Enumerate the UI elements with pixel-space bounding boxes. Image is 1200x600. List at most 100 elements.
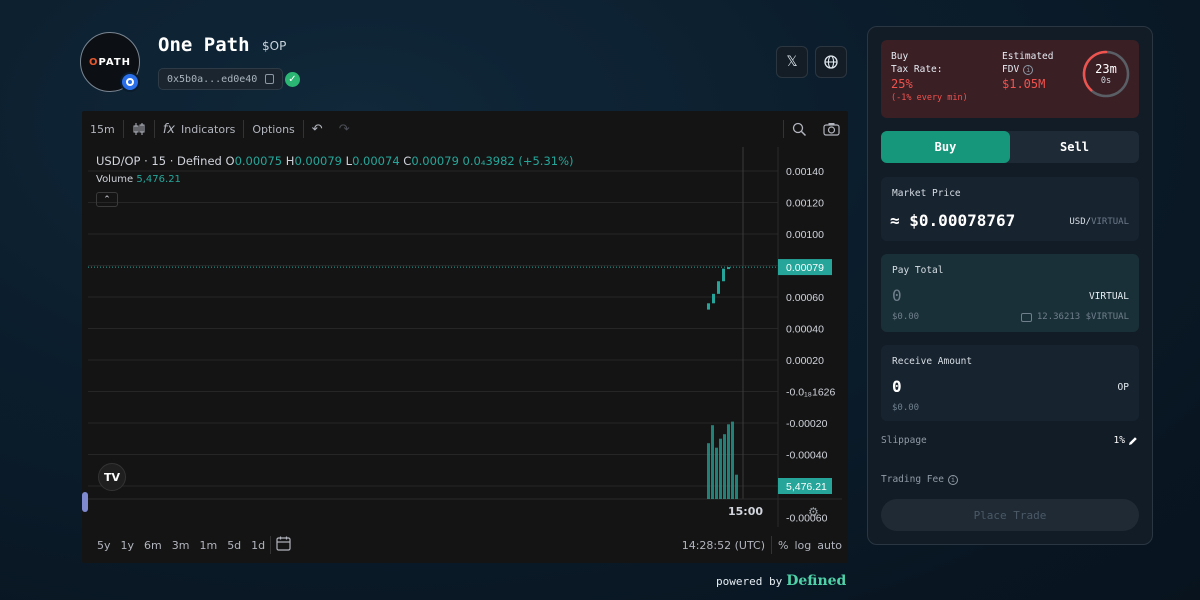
info-icon[interactable]: i [1023,64,1034,75]
range-6m[interactable]: 6m [139,539,167,552]
range-5y[interactable]: 5y [92,539,116,552]
utc-clock[interactable]: 14:28:52 (UTC) [682,539,765,552]
globe-icon [824,55,838,69]
market-price-value: $0.00078767 [909,211,1016,230]
price-tick-label: -0.0₁₈1626 [786,387,836,399]
price-tick-label: 0.00040 [786,324,824,336]
date-range-button[interactable] [271,536,297,554]
volume-value: 5,476.21 [136,174,181,185]
low-value: 0.00074 [352,154,400,168]
verified-icon: ✓ [285,72,300,87]
market-price: ≈ $0.00078767 [890,211,1015,230]
change-value: 0.0₄3982 (+5.31%) [462,154,574,168]
receive-amount-value: 0 [892,377,902,396]
axis-settings-icon[interactable]: ⚙ [808,505,819,519]
chart-toolbar: 15m fx Indicators Options ↶ ↷ [82,111,848,147]
last-price-badge: 0.00079 [786,262,824,274]
range-5d[interactable]: 5d [222,539,246,552]
indicators-button[interactable]: fx Indicators [155,122,244,137]
volume-badge: 5,476.21 [786,481,827,493]
price-tick-label: -0.00060 [786,513,828,525]
unit-usd: USD/ [1069,217,1092,227]
candle-type-button[interactable] [124,122,154,136]
tax-card: Buy Tax Rate: 25% (-1% every min) Estima… [881,40,1139,118]
tradingview-logo[interactable]: TV [98,463,126,491]
pay-unit[interactable]: VIRTUAL [1089,291,1129,302]
receive-amount-label: Receive Amount [892,356,973,367]
volume-bar [711,425,714,499]
token-symbol: $OP [262,39,287,53]
powered-by: powered by Defined [716,573,846,589]
x-icon: 𝕏 [786,54,798,70]
range-1m[interactable]: 1m [194,539,222,552]
pair-label: USD/OP · 15 · Defined [96,154,222,168]
balance-value: 12.36213 $VIRTUAL [1036,312,1129,322]
chart-resize-handle[interactable] [82,492,88,512]
range-3m[interactable]: 3m [167,539,195,552]
website-button[interactable] [815,46,847,78]
options-button[interactable]: Options [244,123,302,136]
buy-tax-note: (-1% every min) [891,93,968,103]
info-icon[interactable]: i [947,474,958,485]
wallet-balance[interactable]: 12.36213 $VIRTUAL [1020,312,1129,322]
zoom-search-button[interactable] [784,122,815,137]
buy-tab[interactable]: Buy [881,131,1010,163]
redo-icon[interactable]: ↷ [331,122,358,137]
unit-virtual: VIRTUAL [1091,217,1129,227]
fx-icon: fx [162,121,175,137]
pencil-icon[interactable] [1128,436,1138,446]
price-tick-label: 0.00060 [786,292,824,304]
market-price-card: Market Price ≈ $0.00078767 USD/VIRTUAL [881,177,1139,241]
buy-tax-label-2: Tax Rate: [891,64,943,75]
auto-scale-toggle[interactable]: auto [817,539,842,552]
price-tick-label: 0.00120 [786,198,824,210]
percent-scale-toggle[interactable]: % [778,539,788,552]
slippage-value: 1% [1113,435,1125,446]
range-1d[interactable]: 1d [246,539,270,552]
screenshot-button[interactable] [815,122,848,136]
calendar-icon [276,536,291,551]
candle [707,303,710,310]
slippage-setting[interactable]: 1% [1114,435,1138,446]
chart-panel[interactable]: 15m fx Indicators Options ↶ ↷ 0.00140 0.… [82,111,848,563]
volume-bar [723,434,726,499]
time-axis-label: 15:00 [728,505,764,518]
volume-bar [727,424,730,499]
pay-total-label: Pay Total [892,265,944,276]
camera-icon [823,123,840,136]
volume-bar [715,447,718,499]
collapse-legend-button[interactable]: ⌃ [96,192,118,207]
sell-tab[interactable]: Sell [1010,131,1139,163]
timer-minutes: 23m [1095,62,1117,76]
candles-icon [133,123,145,135]
price-tick-label: -0.00040 [786,450,828,462]
fdv-label: Estimated [1002,51,1054,62]
ohlc-legend: USD/OP · 15 · Defined O0.00075 H0.00079 … [96,154,574,168]
volume-bar [707,443,710,499]
timer-seconds: 0s [1100,76,1112,86]
pay-amount-input[interactable]: 0 [892,286,902,305]
chart-bottom-bar: 5y 1y 6m 3m 1m 5d 1d 14:28:52 (UTC) % lo… [82,527,848,563]
price-tick-label: -0.00020 [786,418,828,430]
pay-usd-value: $0.00 [892,312,920,322]
defined-logo[interactable]: Defined [786,573,846,589]
trading-fee-label: Trading Fee [881,474,944,485]
market-price-unit[interactable]: USD/VIRTUAL [1069,217,1129,227]
address-chip[interactable]: 0x5b0a...ed0e40 [158,68,284,90]
pay-total-card: Pay Total 0 VIRTUAL $0.00 12.36213 $VIRT… [881,254,1139,332]
trading-fee-row: Trading Fee i [881,474,958,485]
log-scale-toggle[interactable]: log [794,539,811,552]
range-1y[interactable]: 1y [116,539,140,552]
x-twitter-button[interactable]: 𝕏 [776,46,808,78]
undo-icon[interactable]: ↶ [304,122,331,137]
interval-selector[interactable]: 15m [82,123,123,136]
powered-by-label: powered by [716,575,783,588]
price-chart[interactable]: 0.00140 0.00120 0.00100 0.00060 0.00040 0.000… [88,147,842,527]
copy-icon[interactable] [265,74,275,84]
approx-symbol: ≈ [890,211,900,230]
chain-badge-icon [120,72,140,92]
place-trade-button[interactable]: Place Trade [881,499,1139,531]
fdv-label-2: FDV [1002,64,1020,75]
open-value: 0.00075 [234,154,283,168]
buy-tax-label: Buy [891,51,909,62]
